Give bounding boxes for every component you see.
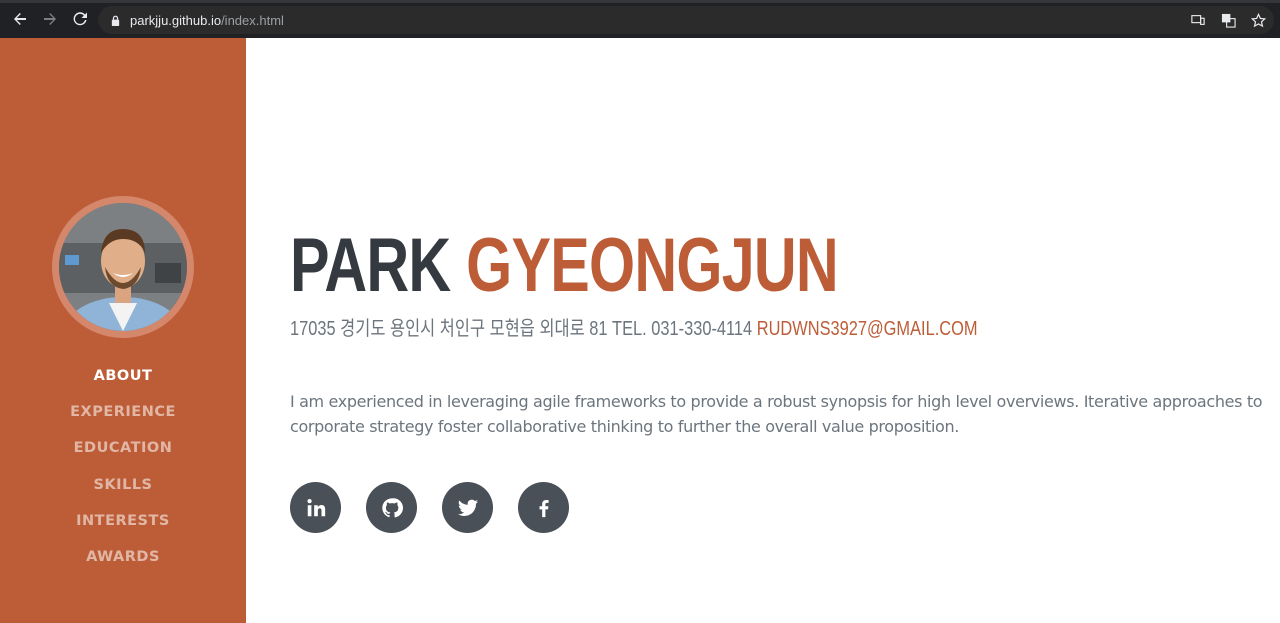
address-bar[interactable]: parkjju.github.io/index.html [98,6,1274,34]
translate-icon[interactable] [1220,12,1236,28]
github-icon [381,497,403,517]
sidebar-item-skills[interactable]: SKILLS [0,467,246,503]
intro-text: I am experienced in leveraging agile fra… [290,392,1263,436]
sidebar-item-awards[interactable]: AWARDS [0,539,246,575]
sidebar-item-experience[interactable]: EXPERIENCE [0,394,246,430]
forward-button[interactable] [36,5,64,33]
browser-toolbar: parkjju.github.io/index.html [0,0,1280,38]
email-link[interactable]: RUDWNS3927@GMAIL.COM [757,318,978,340]
address-text: 17035 경기도 용인시 처인구 모현읍 외대로 81 TEL. 031-33… [290,318,753,340]
sidebar-item-about[interactable]: ABOUT [0,358,246,394]
github-button[interactable] [366,482,417,533]
page-title: PARK GYEONGJUN [290,228,839,304]
profile-avatar [52,196,194,338]
twitter-button[interactable] [442,482,493,533]
tab-strip-edge [0,0,1280,3]
url-text: parkjju.github.io/index.html [130,13,284,28]
sidebar-item-education[interactable]: EDUCATION [0,430,246,466]
facebook-button[interactable] [518,482,569,533]
bookmark-star-icon[interactable] [1250,12,1266,28]
forward-arrow-icon [44,13,56,25]
address-bar-actions [1190,6,1266,34]
reload-icon [73,12,87,26]
contact-line: 17035 경기도 용인시 처인구 모현읍 외대로 81 TEL. 031-33… [290,317,978,341]
last-name: GYEONGJUN [466,223,839,308]
profile-photo [59,203,187,331]
twitter-icon [457,499,478,516]
lock-icon [110,14,122,26]
install-app-icon[interactable] [1190,12,1206,28]
facebook-icon [539,499,549,517]
url-host: parkjju.github.io [130,12,222,28]
social-icons [290,482,569,533]
back-button[interactable] [6,5,34,33]
sidebar-item-interests[interactable]: INTERESTS [0,503,246,539]
first-name: PARK [290,223,451,308]
linkedin-icon [306,498,325,516]
sidebar: ABOUT EXPERIENCE EDUCATION SKILLS INTERE… [0,38,246,623]
linkedin-button[interactable] [290,482,341,533]
url-path: /index.html [221,12,284,28]
back-arrow-icon [14,13,26,25]
sidebar-nav: ABOUT EXPERIENCE EDUCATION SKILLS INTERE… [0,358,246,575]
reload-button[interactable] [66,5,94,33]
